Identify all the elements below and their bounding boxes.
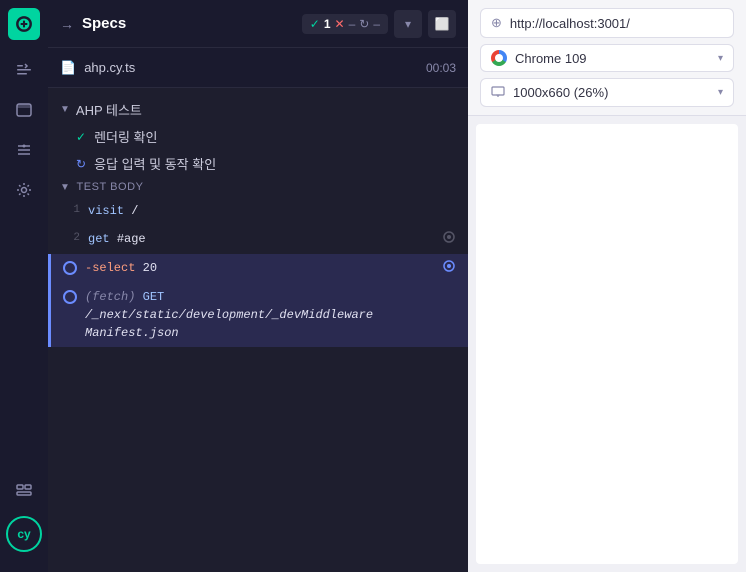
list-item[interactable]: ✓ 렌더링 확인: [48, 123, 468, 150]
command-text: -select 20: [85, 259, 434, 277]
running-circle-icon: [63, 261, 77, 275]
file-bar: 📄 ahp.cy.ts 00:03: [48, 48, 468, 88]
commands-chevron-icon: ▼: [60, 182, 70, 193]
sidebar-item-specs[interactable]: [6, 52, 42, 88]
file-name: ahp.cy.ts: [84, 60, 418, 75]
pass-icon: ✓: [76, 130, 86, 144]
commands-section-header[interactable]: ▼ TEST BODY: [48, 177, 468, 197]
dash-separator: –: [349, 17, 356, 31]
command-row[interactable]: 1 visit /: [48, 197, 468, 225]
command-keyword: get: [88, 232, 110, 246]
commands-section-label: TEST BODY: [76, 181, 143, 193]
running-icon: ↻: [76, 157, 86, 171]
page-title: Specs: [82, 15, 294, 32]
sidebar: cy: [0, 0, 48, 572]
app-logo[interactable]: [8, 8, 40, 40]
command-arg: #age: [117, 232, 146, 246]
test-label: 렌더링 확인: [94, 127, 157, 146]
url-bar[interactable]: ⊕ http://localhost:3001/: [480, 8, 734, 38]
sidebar-bottom: cy: [6, 472, 42, 564]
command-num: 2: [60, 230, 80, 247]
test-tree: ▼ AHP 테스트 ✓ 렌더링 확인 ↻ 응답 입력 및 동작 확인 ▼ TES…: [48, 88, 468, 572]
status-pill: ✓ 1 ✕ – ↻ –: [302, 14, 388, 34]
command-row-fetch[interactable]: (fetch) GET /_next/static/development/_d…: [48, 283, 468, 347]
shortcuts-button[interactable]: [6, 472, 42, 508]
sidebar-item-settings[interactable]: [6, 172, 42, 208]
url-icon: ⊕: [491, 15, 502, 31]
browser-bar: ⊕ http://localhost:3001/ Chrome 109 ▾ 10…: [468, 0, 746, 116]
command-num: 1: [60, 202, 80, 219]
dash-separator2: –: [373, 17, 380, 31]
command-text: get #age: [88, 230, 434, 248]
browser-name: Chrome 109: [515, 51, 710, 66]
pass-count: 1: [324, 17, 331, 31]
dropdown-button[interactable]: ▾: [394, 10, 422, 38]
header-controls: ✓ 1 ✕ – ↻ – ▾ ⬜: [302, 10, 456, 38]
chrome-icon: [491, 50, 507, 66]
suite-chevron-icon: ▼: [60, 104, 70, 115]
command-arg: 20: [143, 261, 157, 275]
specs-header-icon: →: [60, 16, 74, 32]
spin-icon: ↻: [359, 17, 369, 31]
suite-label: AHP 테스트: [76, 100, 142, 119]
sidebar-item-selector[interactable]: [6, 132, 42, 168]
file-time: 00:03: [426, 61, 456, 75]
browser-selector[interactable]: Chrome 109 ▾: [480, 44, 734, 72]
check-icon: ✓: [310, 17, 320, 31]
cy-logo[interactable]: cy: [6, 516, 42, 552]
command-row[interactable]: 2 get #age: [48, 225, 468, 254]
fetch-method: GET: [143, 290, 165, 304]
command-keyword: visit: [88, 204, 124, 218]
preview-panel: ⊕ http://localhost:3001/ Chrome 109 ▾ 10…: [468, 0, 746, 572]
fetch-label: (fetch): [85, 290, 135, 304]
pin-icon: [442, 230, 456, 249]
command-text: visit /: [88, 202, 456, 220]
viewport-icon: [491, 84, 505, 101]
fullscreen-button[interactable]: ⬜: [428, 10, 456, 38]
pin-icon2: [442, 259, 456, 278]
list-item[interactable]: ↻ 응답 입력 및 동작 확인: [48, 150, 468, 177]
main-panel: → Specs ✓ 1 ✕ – ↻ – ▾ ⬜ 📄 ahp.cy.ts 00:0…: [48, 0, 468, 572]
command-row-active[interactable]: -select 20: [48, 254, 468, 283]
cross-icon: ✕: [335, 17, 345, 31]
command-minus-keyword: -select: [85, 261, 135, 275]
command-fetch-text: (fetch) GET /_next/static/development/_d…: [85, 288, 456, 342]
preview-viewport: [476, 124, 738, 564]
header: → Specs ✓ 1 ✕ – ↻ – ▾ ⬜: [48, 0, 468, 48]
fetch-url-line1: /_next/static/development/_devMiddleware: [85, 308, 373, 322]
sidebar-item-browser[interactable]: [6, 92, 42, 128]
file-icon: 📄: [60, 60, 76, 76]
running-circle-icon2: [63, 290, 77, 304]
viewport-chevron-icon: ▾: [718, 87, 723, 98]
url-text: http://localhost:3001/: [510, 16, 723, 31]
fetch-url-line2: Manifest.json: [85, 326, 179, 340]
suite-header[interactable]: ▼ AHP 테스트: [48, 96, 468, 123]
browser-chevron-icon: ▾: [718, 53, 723, 64]
viewport-selector[interactable]: 1000x660 (26%) ▾: [480, 78, 734, 107]
command-arg: /: [131, 204, 138, 218]
test-label: 응답 입력 및 동작 확인: [94, 154, 216, 173]
viewport-text: 1000x660 (26%): [513, 85, 710, 100]
